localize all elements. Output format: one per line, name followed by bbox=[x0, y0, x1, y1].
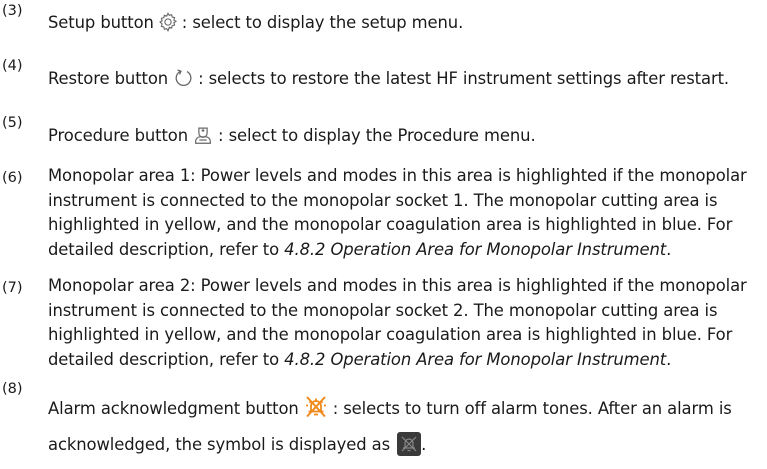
text-line: detailed description, refer to 4.8.2 Ope… bbox=[48, 348, 765, 373]
alarm-muted-icon bbox=[397, 432, 422, 456]
text-segment: : selects to turn off alarm tones. After… bbox=[332, 399, 732, 418]
text-segment: . bbox=[666, 239, 672, 259]
text-segment: Setup button bbox=[48, 13, 154, 32]
text-line: Monopolar area 1: Power levels and modes… bbox=[48, 166, 747, 185]
text-line: Monopolar area 2: Power levels and modes… bbox=[48, 276, 747, 295]
gear-icon bbox=[157, 11, 179, 33]
item-text: Monopolar area 2: Power levels and modes… bbox=[48, 274, 765, 372]
text-segment: : select to display the setup menu. bbox=[181, 13, 464, 32]
text-line: detailed description, refer to 4.8.2 Ope… bbox=[48, 238, 765, 263]
alarm-icon bbox=[302, 394, 330, 420]
text-line: instrument is connected to the monopolar… bbox=[48, 300, 718, 320]
text-segment: . bbox=[666, 349, 672, 369]
section-reference[interactable]: 4.8.2 Operation Area for Monopolar Instr… bbox=[284, 350, 666, 369]
text-segment: Restore button bbox=[48, 69, 169, 88]
text-line: highlighted in yellow, and the monopolar… bbox=[48, 215, 733, 234]
item-text: Monopolar area 1: Power levels and modes… bbox=[48, 164, 765, 262]
text-segment: detailed description, refer to bbox=[48, 239, 285, 259]
text-segment: acknowledged, the symbol is displayed as bbox=[48, 435, 391, 454]
text-line: highlighted in yellow, and the monopolar… bbox=[48, 325, 733, 344]
item-text: Alarm acknowledgment button : selects to … bbox=[48, 391, 765, 463]
text-line: Alarm acknowledgment button : selects to … bbox=[48, 391, 765, 427]
restore-icon bbox=[171, 67, 195, 89]
item-text: Procedure button : select to display the … bbox=[48, 124, 765, 148]
item-number: (8) bbox=[2, 381, 23, 397]
manual-page: (3) Setup button : select to display the … bbox=[0, 0, 767, 466]
nurse-icon bbox=[191, 124, 215, 146]
item-number: (7) bbox=[2, 280, 23, 296]
text-segment: Procedure button bbox=[48, 126, 189, 145]
item-number: (6) bbox=[2, 170, 23, 186]
section-reference[interactable]: 4.8.2 Operation Area for Monopolar Instr… bbox=[284, 240, 666, 259]
item-number: (4) bbox=[2, 58, 23, 74]
text-segment: . bbox=[421, 435, 427, 454]
text-segment: : selects to restore the latest HF instr… bbox=[198, 69, 730, 88]
text-segment: : select to display the Procedure menu. bbox=[218, 126, 536, 145]
item-number: (3) bbox=[2, 3, 23, 19]
text-line: acknowledged, the symbol is displayed as… bbox=[48, 427, 765, 463]
text-line: Setup button : select to display the setu… bbox=[48, 11, 765, 35]
text-line: Procedure button : select to display the … bbox=[48, 124, 765, 148]
item-text: Setup button : select to display the setu… bbox=[48, 11, 765, 35]
text-segment: Alarm acknowledgment button bbox=[48, 399, 299, 418]
item-number: (5) bbox=[2, 115, 23, 131]
text-line: Restore button : selects to restore the l… bbox=[48, 67, 765, 91]
text-segment: detailed description, refer to bbox=[48, 349, 285, 369]
text-line: instrument is connected to the monopolar… bbox=[48, 190, 718, 210]
item-text: Restore button : selects to restore the l… bbox=[48, 67, 765, 91]
